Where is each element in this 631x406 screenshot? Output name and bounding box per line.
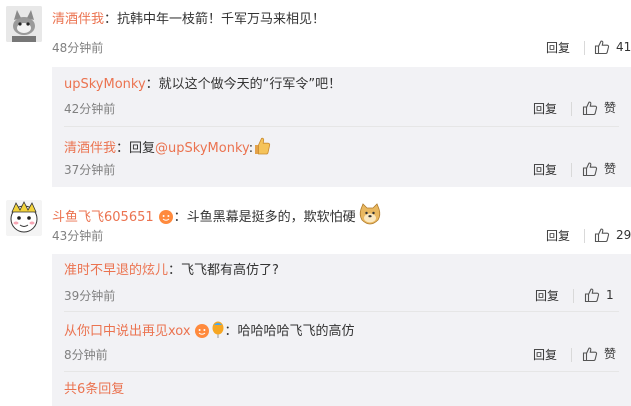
divider [571,348,572,362]
timestamp: 37分钟前 [64,163,116,177]
comment-body: ：斗鱼黑幕是挺多的，欺软怕硬 [173,210,356,225]
comment-item: 斗鱼飞飞605651 ：斗鱼黑幕是挺多的，欺软怕硬 43分钟前 回复 29 准时不… [0,190,631,406]
comment-text: 斗鱼飞飞605651 ：斗鱼黑幕是挺多的，欺软怕硬 [52,203,382,231]
divider [64,371,619,372]
reply-text: 从你口中说出再见xox ：哈哈哈哈飞飞的高仿 [64,321,355,345]
username-link[interactable]: 准时不早退的炫儿 [64,263,168,278]
username-link[interactable]: 从你口中说出再见xox [64,324,191,339]
thumbs-up-icon [594,228,610,243]
divider [571,102,572,116]
reply-list: 准时不早退的炫儿：飞飞都有高仿了? 39分钟前 回复 1 从你口中说出再见xox… [52,254,631,406]
timestamp: 43分钟前 [52,229,104,243]
like-label: 赞 [604,162,617,176]
divider [64,126,619,127]
like-button[interactable]: 赞 [582,346,616,362]
thumbs-up-icon [594,40,610,55]
reply-text: upSkyMonky：就以这个做今天的“行军令”吧！ [64,76,341,94]
more-replies-link[interactable]: 共6条回复 [64,381,124,399]
doge-emoji-icon [358,203,382,231]
reply-text: 清酒伴我：回复@upSkyMonky: [64,136,271,162]
thumbs-up-icon [582,101,598,116]
like-button[interactable]: 赞 [582,100,616,116]
vip-badge-icon [194,323,210,345]
timestamp: 48分钟前 [52,41,104,55]
like-label: 赞 [604,101,617,115]
timestamp: 42分钟前 [64,102,116,116]
timestamp: 8分钟前 [64,348,108,362]
reply-button[interactable]: 回复 [546,40,570,56]
divider [64,311,619,312]
reply-body: ：飞飞都有高仿了? [168,263,279,278]
username-link[interactable]: upSkyMonky [64,77,146,92]
reply-button[interactable]: 回复 [533,101,557,117]
comment-text: 清酒伴我：抗韩中年一枝箭！千军万马来相见！ [52,11,325,29]
reply-text: 准时不早退的炫儿：飞飞都有高仿了? [64,262,279,280]
reply-body: ：就以这个做今天的“行军令”吧！ [145,77,342,92]
timestamp: 39分钟前 [64,289,116,303]
divider [573,289,574,303]
comment-item: 清酒伴我：抗韩中年一枝箭！千军万马来相见！ 48分钟前 回复 41 upSkyM… [0,0,631,190]
thumbs-up-icon [582,162,598,177]
thumbs-up-emoji-icon [253,136,271,162]
comment-body: ：抗韩中年一枝箭！千军万马来相见！ [104,12,326,27]
like-count: 1 [606,288,614,302]
avatar[interactable] [6,200,42,236]
like-button[interactable]: 1 [584,287,614,303]
avatar[interactable] [6,6,42,42]
reply-button[interactable]: 回复 [546,228,570,244]
like-button[interactable]: 41 [594,39,631,55]
divider [571,163,572,177]
reply-body: ：回复 [116,141,156,156]
like-label: 赞 [604,347,617,361]
username-link[interactable]: 清酒伴我 [52,12,104,27]
username-link[interactable]: 清酒伴我 [64,141,116,156]
balloon-badge-icon [211,321,225,345]
divider [584,41,585,55]
vip-badge-icon [158,209,174,231]
thumbs-up-icon [584,288,600,303]
like-count: 29 [616,228,631,242]
thumbs-up-icon [582,347,598,362]
like-button[interactable]: 赞 [582,161,616,177]
username-link[interactable]: 斗鱼飞飞605651 [52,210,154,225]
divider [584,229,585,243]
reply-button[interactable]: 回复 [533,162,557,178]
reply-button[interactable]: 回复 [535,288,559,304]
like-button[interactable]: 29 [594,227,631,243]
reply-list: upSkyMonky：就以这个做今天的“行军令”吧！ 42分钟前 回复 赞 清酒… [52,67,631,187]
reply-button[interactable]: 回复 [533,347,557,363]
like-count: 41 [616,40,631,54]
reply-body: ：哈哈哈哈飞飞的高仿 [224,324,355,339]
mention-link[interactable]: @upSkyMonky [155,141,249,156]
